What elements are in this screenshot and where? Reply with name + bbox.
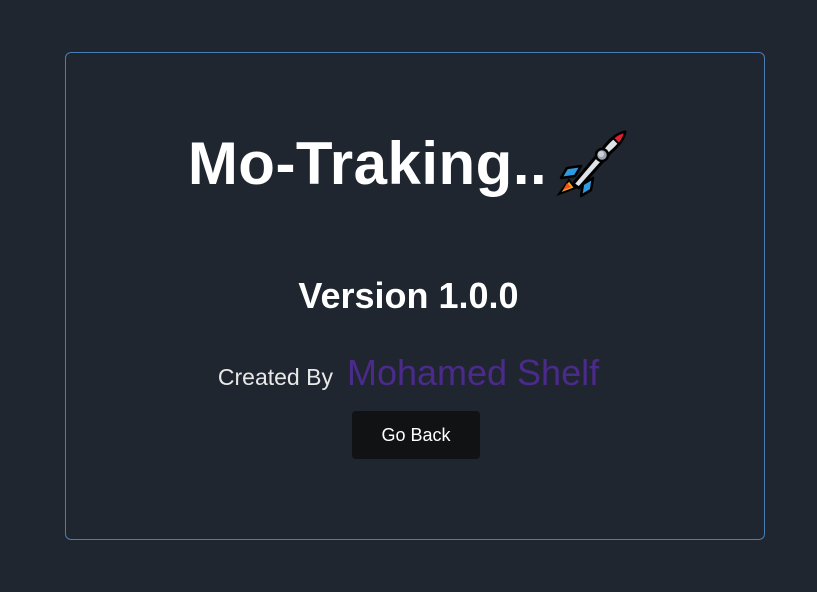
rocket-icon [556, 130, 627, 198]
version-label: Version 1.0.0 [298, 275, 519, 316]
created-by-label: Created By [217, 364, 333, 390]
go-back-button[interactable]: Go Back [352, 411, 480, 459]
app-title: Mo-Traking.. [187, 130, 548, 197]
title-row: Mo-Traking.. [0, 128, 817, 200]
author-name: Mohamed Shelf [346, 352, 600, 393]
credit-row: Created By Mohamed Shelf [0, 352, 817, 394]
